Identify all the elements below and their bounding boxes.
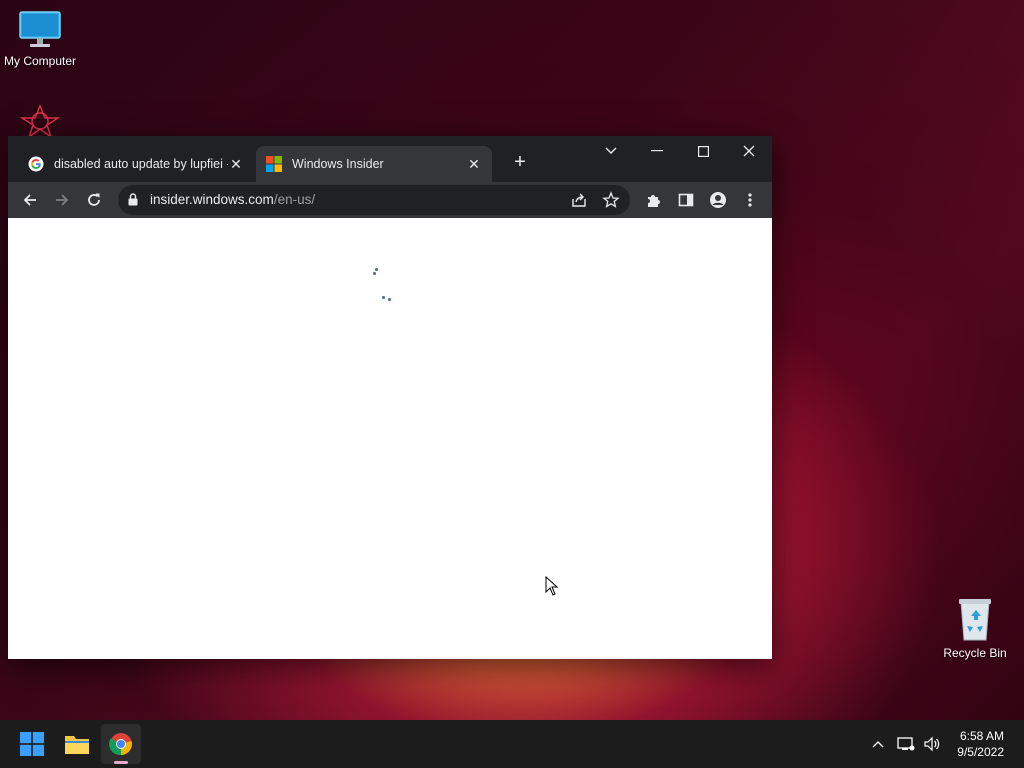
- tab-search-button[interactable]: [588, 136, 634, 166]
- spinner-dot: [388, 298, 391, 301]
- show-hidden-icons-button[interactable]: [866, 720, 890, 768]
- mouse-cursor-icon: [545, 575, 559, 601]
- url-text: insider.windows.com/en-us/: [150, 192, 315, 207]
- spinner-dot: [375, 268, 378, 271]
- arrow-right-icon: [56, 194, 69, 206]
- browser-toolbar: insider.windows.com/en-us/: [8, 182, 772, 218]
- tab-title: Windows Insider: [292, 157, 384, 171]
- desktop-icon-my-computer[interactable]: My Computer: [0, 10, 80, 68]
- chrome-icon: [109, 733, 132, 756]
- monitor-icon: [18, 10, 62, 50]
- lock-icon[interactable]: [128, 193, 138, 211]
- active-indicator: [114, 761, 128, 764]
- loading-spinner: [370, 266, 400, 302]
- taskbar: 6:58 AM 9/5/2022: [0, 720, 1024, 768]
- volume-button[interactable]: [920, 720, 944, 768]
- tab-windows-insider[interactable]: Windows Insider ✕: [256, 146, 492, 182]
- profile-avatar-icon: [710, 192, 726, 208]
- desktop-icon-label: My Computer: [3, 54, 77, 68]
- desktop-icon-label: Recycle Bin: [943, 646, 1007, 660]
- url-host: insider.windows.com: [150, 192, 274, 207]
- tab-close-icon[interactable]: ✕: [466, 156, 482, 173]
- windows-start-icon: [20, 732, 44, 756]
- address-bar[interactable]: insider.windows.com/en-us/: [118, 185, 630, 215]
- spinner-dot: [382, 296, 385, 299]
- recycle-bin-icon: [955, 596, 995, 642]
- reload-button[interactable]: [80, 186, 108, 214]
- tab-title: disabled auto update by lupfiei -: [54, 157, 228, 171]
- side-panel-icon: [678, 193, 694, 207]
- profile-button[interactable]: [704, 186, 732, 214]
- clock-date: 9/5/2022: [957, 745, 1004, 759]
- url-path: /en-us/: [273, 192, 316, 207]
- google-icon: [28, 156, 44, 172]
- extensions-button[interactable]: [640, 186, 668, 214]
- minimize-icon: [651, 150, 663, 152]
- side-panel-button[interactable]: [672, 186, 700, 214]
- chrome-taskbar-button[interactable]: [101, 724, 141, 764]
- close-icon: [743, 145, 755, 157]
- new-tab-button[interactable]: +: [508, 150, 532, 174]
- start-button[interactable]: [12, 724, 52, 764]
- bookmark-star-icon[interactable]: [602, 191, 620, 214]
- maximize-icon: [697, 145, 709, 157]
- maximize-button[interactable]: [680, 136, 726, 166]
- forward-button[interactable]: [48, 186, 76, 214]
- tab-strip: disabled auto update by lupfiei - ✕ Wind…: [8, 136, 772, 182]
- file-explorer-button[interactable]: [57, 724, 97, 764]
- windows-logo-icon: [266, 156, 282, 172]
- arrow-left-icon: [23, 194, 36, 206]
- desktop-icon-recycle-bin[interactable]: Recycle Bin: [935, 596, 1015, 660]
- tab-close-icon[interactable]: ✕: [228, 156, 244, 173]
- reload-icon: [88, 193, 100, 206]
- close-window-button[interactable]: [726, 136, 772, 166]
- spinner-dot: [373, 272, 376, 275]
- page-content: [8, 218, 772, 659]
- browser-window: disabled auto update by lupfiei - ✕ Wind…: [8, 136, 772, 659]
- minimize-button[interactable]: [634, 136, 680, 166]
- network-icon: [897, 737, 915, 751]
- network-button[interactable]: [894, 720, 918, 768]
- clock-time: 6:58 AM: [959, 729, 1004, 743]
- more-vertical-icon: [748, 193, 752, 207]
- clock[interactable]: 6:58 AM 9/5/2022: [957, 728, 1004, 760]
- chevron-up-icon: [872, 741, 884, 748]
- share-icon[interactable]: [570, 191, 588, 214]
- puzzle-icon: [648, 195, 660, 207]
- star-emblem-icon: [18, 104, 62, 139]
- chevron-down-icon: [605, 147, 617, 154]
- menu-button[interactable]: [736, 186, 764, 214]
- back-button[interactable]: [16, 186, 44, 214]
- tab-google-search[interactable]: disabled auto update by lupfiei - ✕: [18, 146, 254, 182]
- speaker-icon: [924, 736, 940, 752]
- folder-icon: [65, 736, 89, 754]
